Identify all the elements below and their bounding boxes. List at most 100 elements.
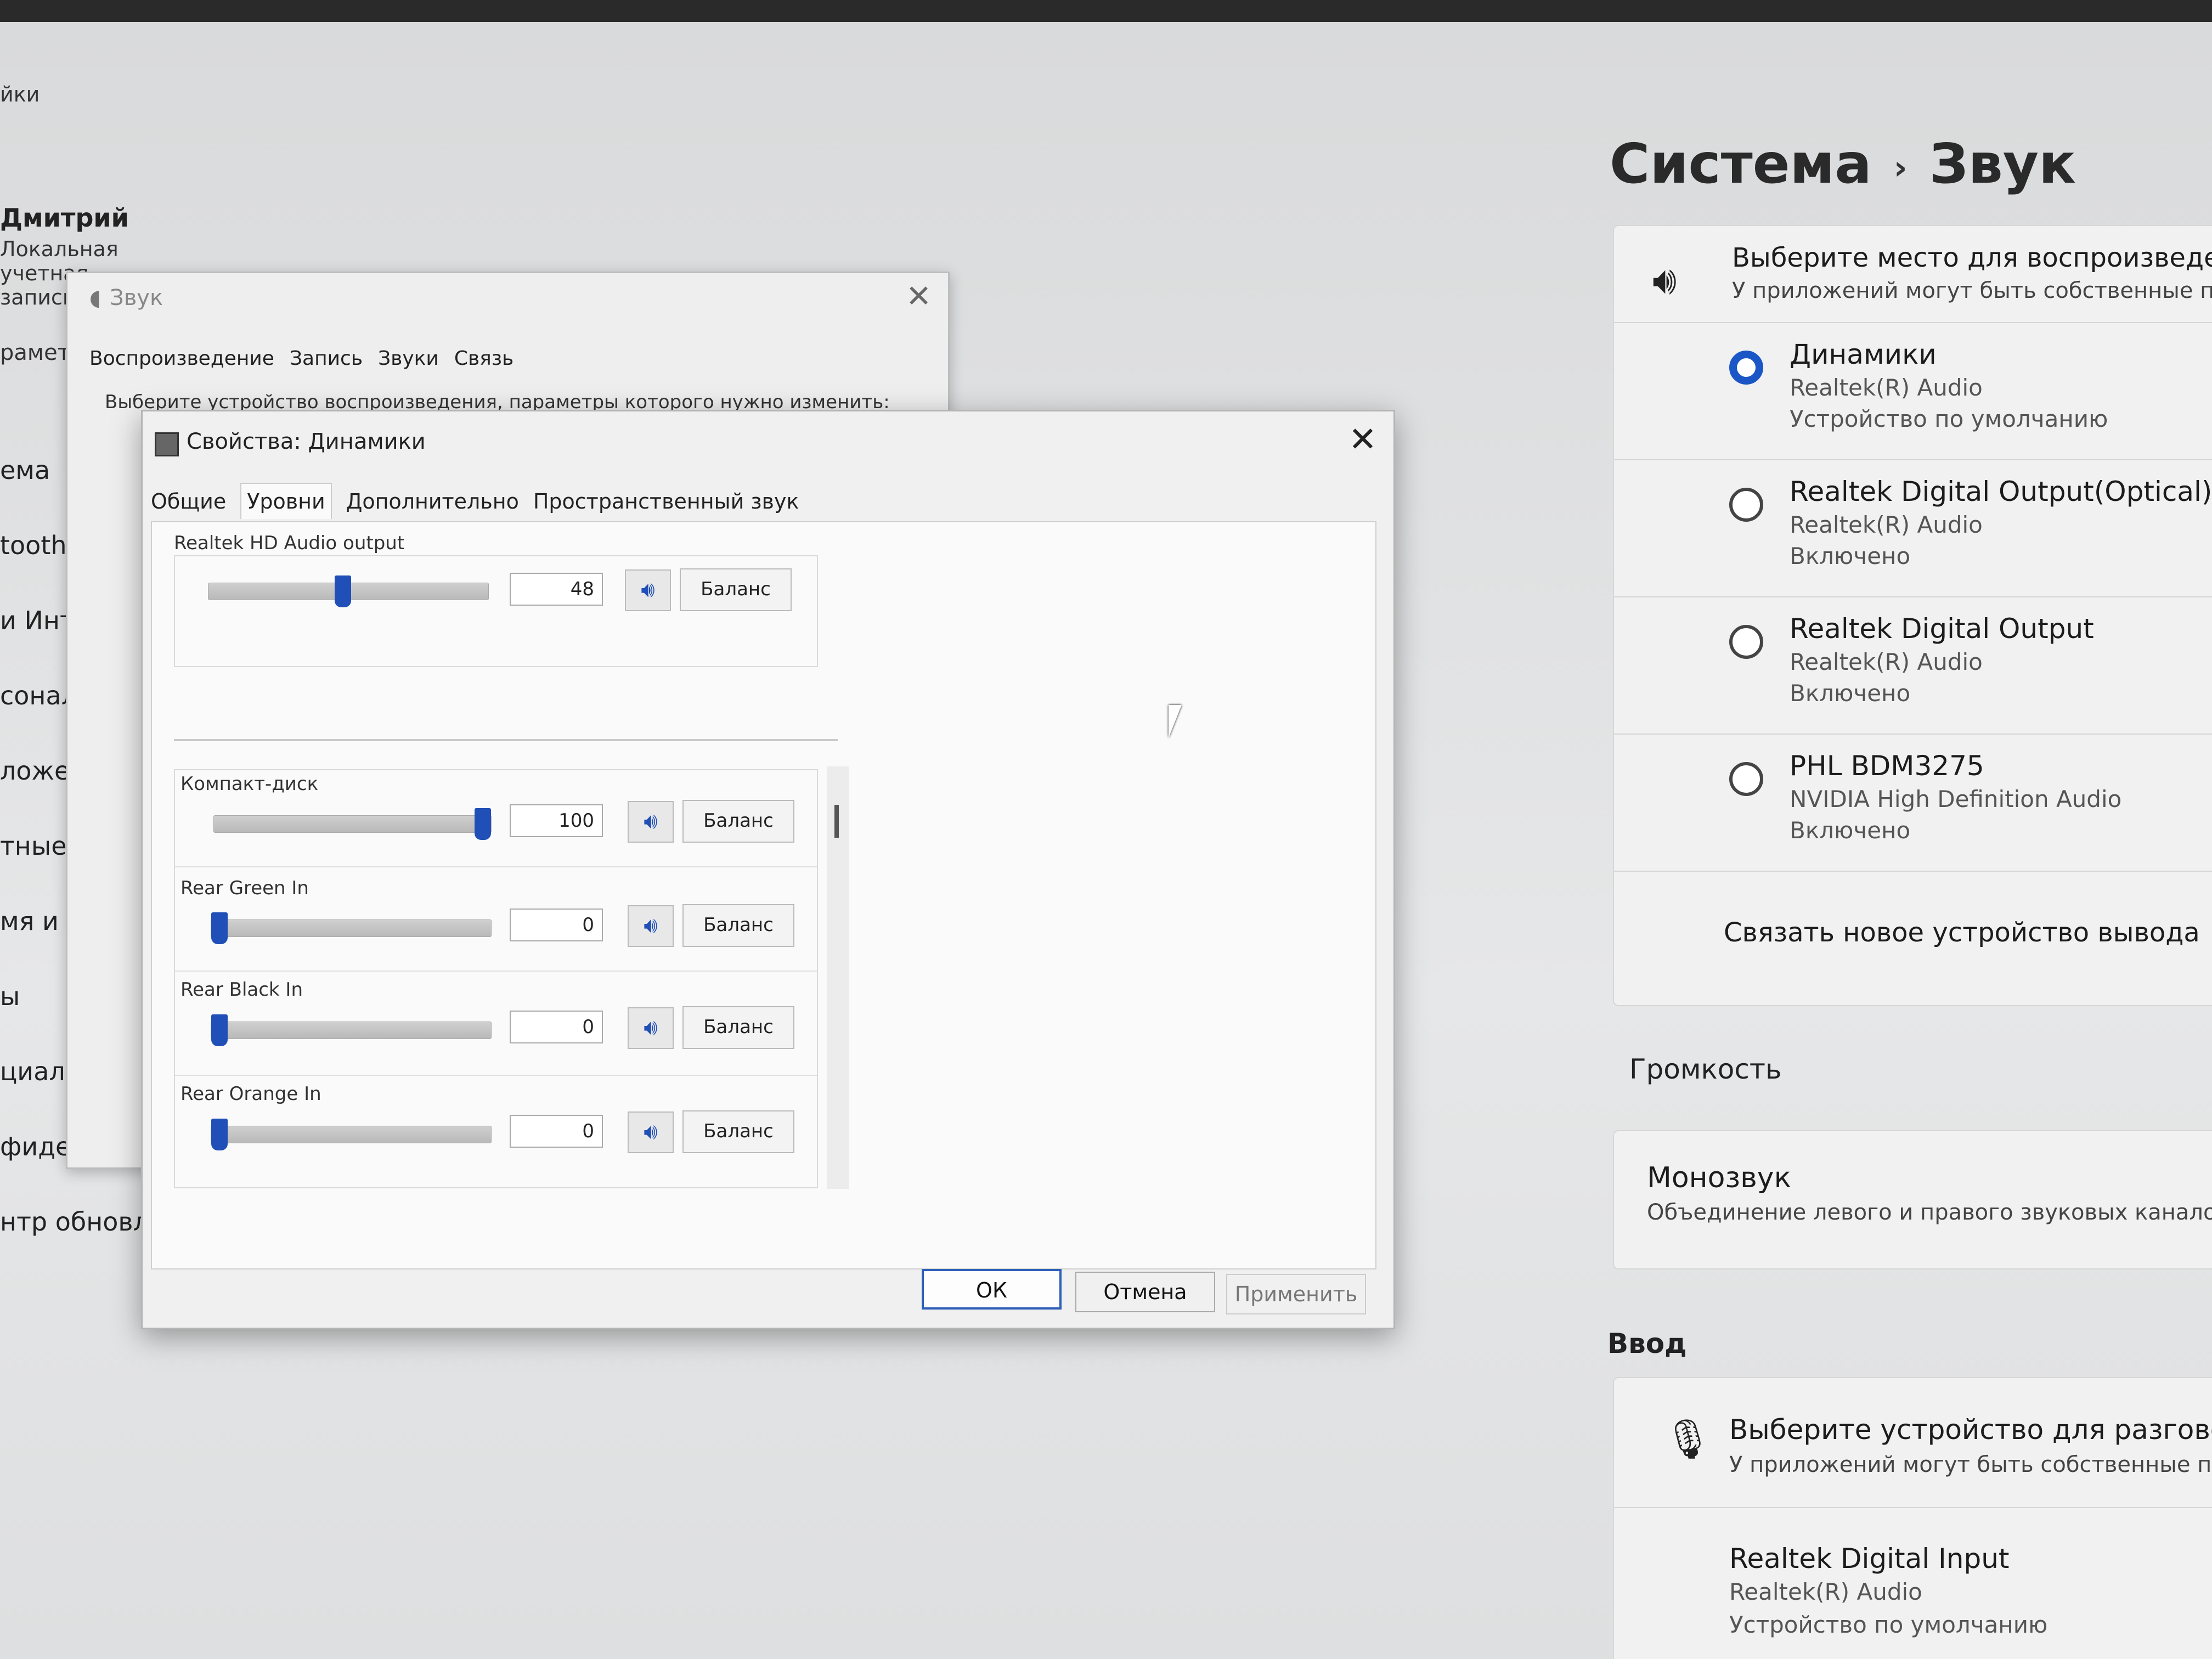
slider-thumb[interactable]: [475, 808, 491, 840]
slider-thumb[interactable]: [211, 1014, 228, 1046]
input-subtitle: У приложений могут быть собственные пара…: [1729, 1452, 2212, 1477]
speaker-icon: 🔊︎: [1652, 258, 1677, 303]
tab-spatial-sound[interactable]: Пространственный звук: [533, 485, 799, 518]
pair-new-output-link[interactable]: Связать новое устройство вывода: [1724, 917, 2200, 948]
chevron-right-icon: ›: [1893, 148, 1908, 187]
input-title[interactable]: Выберите устройство для разговора ил: [1729, 1414, 2212, 1446]
levels-panel: Realtek HD Audio output 48 🔊︎ Баланс Ком…: [151, 521, 1376, 1269]
balance-button[interactable]: Баланс: [682, 1006, 794, 1049]
device-status: Включено: [1790, 680, 1911, 707]
device-name: Realtek Digital Output(Optical): [1790, 476, 2212, 507]
speaker-icon: [155, 432, 179, 456]
level-value[interactable]: 100: [510, 804, 603, 837]
device-status: Устройство по умолчанию: [1790, 405, 2108, 432]
breadcrumb: Система › Звук: [1610, 132, 2076, 196]
cancel-button[interactable]: Отмена: [1075, 1272, 1215, 1312]
breadcrumb-parent[interactable]: Система: [1610, 132, 1872, 196]
volume-slider[interactable]: [213, 808, 492, 840]
channel-row-rear-black: Rear Black In 0 🔊︎ Баланс: [175, 979, 817, 1076]
output-device-digital[interactable]: Realtek Digital Output Realtek(R) Audio …: [1614, 596, 2212, 735]
device-driver: NVIDIA High Definition Audio: [1790, 786, 2122, 812]
mono-audio-card[interactable]: Монозвук Объединение левого и правого зв…: [1613, 1130, 2212, 1269]
close-icon[interactable]: ✕: [906, 279, 932, 314]
output-title: Выберите место для воспроизведен: [1732, 242, 2212, 273]
radio-selected[interactable]: [1729, 351, 1763, 385]
channel-label: Компакт-диск: [180, 773, 319, 795]
slider-thumb[interactable]: [335, 575, 351, 607]
channel-label: Rear Black In: [180, 979, 303, 1001]
output-header[interactable]: 🔊︎ Выберите место для воспроизведен У пр…: [1614, 226, 2212, 323]
device-driver: Realtek(R) Audio: [1790, 511, 1983, 538]
mono-title: Монозвук: [1647, 1161, 1791, 1194]
speaker-volume-icon[interactable]: 🔊︎: [628, 801, 674, 843]
device-driver: Realtek(R) Audio: [1790, 374, 1983, 401]
speaker-volume-icon[interactable]: 🔊︎: [628, 1007, 674, 1049]
close-icon[interactable]: ✕: [1348, 419, 1377, 459]
device-name: PHL BDM3275: [1790, 750, 1984, 782]
balance-button[interactable]: Баланс: [682, 800, 794, 843]
speaker-volume-icon[interactable]: 🔊︎: [628, 905, 674, 947]
mono-subtitle: Объединение левого и правого звуковых ка…: [1647, 1200, 2212, 1225]
radio-unselected[interactable]: [1729, 762, 1763, 796]
speaker-volume-icon[interactable]: 🔊︎: [625, 569, 671, 611]
level-value[interactable]: 0: [510, 1011, 603, 1043]
sound-dialog-tabs: Воспроизведение Запись Звуки Связь: [89, 347, 529, 370]
level-value[interactable]: 0: [510, 1115, 603, 1148]
input-levels-group: Компакт-диск 100 🔊︎ Баланс Rear Green In…: [174, 769, 818, 1188]
radio-unselected[interactable]: [1729, 488, 1763, 522]
input-device-status: Устройство по умолчанию: [1729, 1611, 2048, 1638]
volume-slider[interactable]: [211, 1119, 492, 1150]
channel-label: Rear Orange In: [180, 1083, 321, 1105]
balance-button[interactable]: Баланс: [682, 904, 794, 947]
output-device-speakers[interactable]: Динамики Realtek(R) Audio Устройство по …: [1614, 322, 2212, 460]
dialog-title: Свойства: Динамики: [187, 429, 426, 454]
input-device-name[interactable]: Realtek Digital Input: [1729, 1543, 2010, 1575]
tab-sounds[interactable]: Звуки: [378, 347, 439, 370]
tab-general[interactable]: Общие: [151, 485, 226, 518]
tab-recording[interactable]: Запись: [290, 347, 363, 370]
output-subtitle: У приложений могут быть собственные па: [1732, 278, 2212, 303]
scrollbar-thumb[interactable]: [834, 805, 839, 838]
speaker-volume-icon[interactable]: 🔊︎: [628, 1111, 674, 1153]
tab-advanced[interactable]: Дополнительно: [346, 485, 519, 518]
tab-communications[interactable]: Связь: [454, 347, 514, 370]
device-name: Динамики: [1790, 338, 1937, 370]
channel-row-cd: Компакт-диск 100 🔊︎ Баланс: [175, 770, 817, 867]
tab-playback[interactable]: Воспроизведение: [89, 347, 274, 370]
slider-thumb[interactable]: [211, 912, 228, 944]
settings-content: Система › Звук 🔊︎ Выберите место для воспр…: [1580, 22, 2212, 1659]
channel-label: Realtek HD Audio output: [174, 532, 405, 554]
mouse-pointer-icon: [1169, 705, 1182, 738]
level-value[interactable]: 48: [510, 573, 603, 606]
page-title: Звук: [1929, 132, 2076, 196]
device-status: Включено: [1790, 543, 1911, 569]
balance-button[interactable]: Баланс: [680, 568, 792, 611]
input-heading: Ввод: [1607, 1328, 1687, 1359]
speaker-icon: ◖: [89, 285, 101, 311]
scrollbar[interactable]: [827, 766, 849, 1189]
tab-levels[interactable]: Уровни: [240, 483, 332, 519]
volume-slider[interactable]: [211, 912, 492, 944]
volume-slider[interactable]: [208, 575, 489, 607]
user-name: Дмитрий: [0, 203, 129, 233]
volume-slider[interactable]: [211, 1014, 492, 1046]
output-device-optical[interactable]: Realtek Digital Output(Optical) Realtek(…: [1614, 459, 2212, 597]
sidebar-item[interactable]: нтр обновле: [0, 1207, 165, 1282]
app-title: йки: [0, 82, 40, 106]
master-level-group: 48 🔊︎ Баланс: [174, 555, 818, 667]
input-device-driver: Realtek(R) Audio: [1729, 1578, 1922, 1605]
output-device-monitor[interactable]: PHL BDM3275 NVIDIA High Definition Audio…: [1614, 733, 2212, 872]
ok-button[interactable]: ОК: [922, 1269, 1062, 1310]
level-value[interactable]: 0: [510, 909, 603, 941]
device-status: Включено: [1790, 817, 1911, 844]
channel-row-rear-orange: Rear Orange In 0 🔊︎ Баланс: [175, 1083, 817, 1179]
balance-button[interactable]: Баланс: [682, 1110, 794, 1153]
device-name: Realtek Digital Output: [1790, 613, 2094, 645]
apply-button[interactable]: Применить: [1226, 1274, 1366, 1314]
sound-dialog-title: ◖ Звук: [89, 285, 163, 311]
output-card: 🔊︎ Выберите место для воспроизведен У пр…: [1613, 225, 2212, 1006]
volume-heading: Громкость: [1629, 1053, 1782, 1085]
properties-tabs: Общие Уровни Дополнительно Пространственный…: [151, 483, 813, 519]
slider-thumb[interactable]: [211, 1119, 228, 1150]
radio-unselected[interactable]: [1729, 625, 1763, 659]
